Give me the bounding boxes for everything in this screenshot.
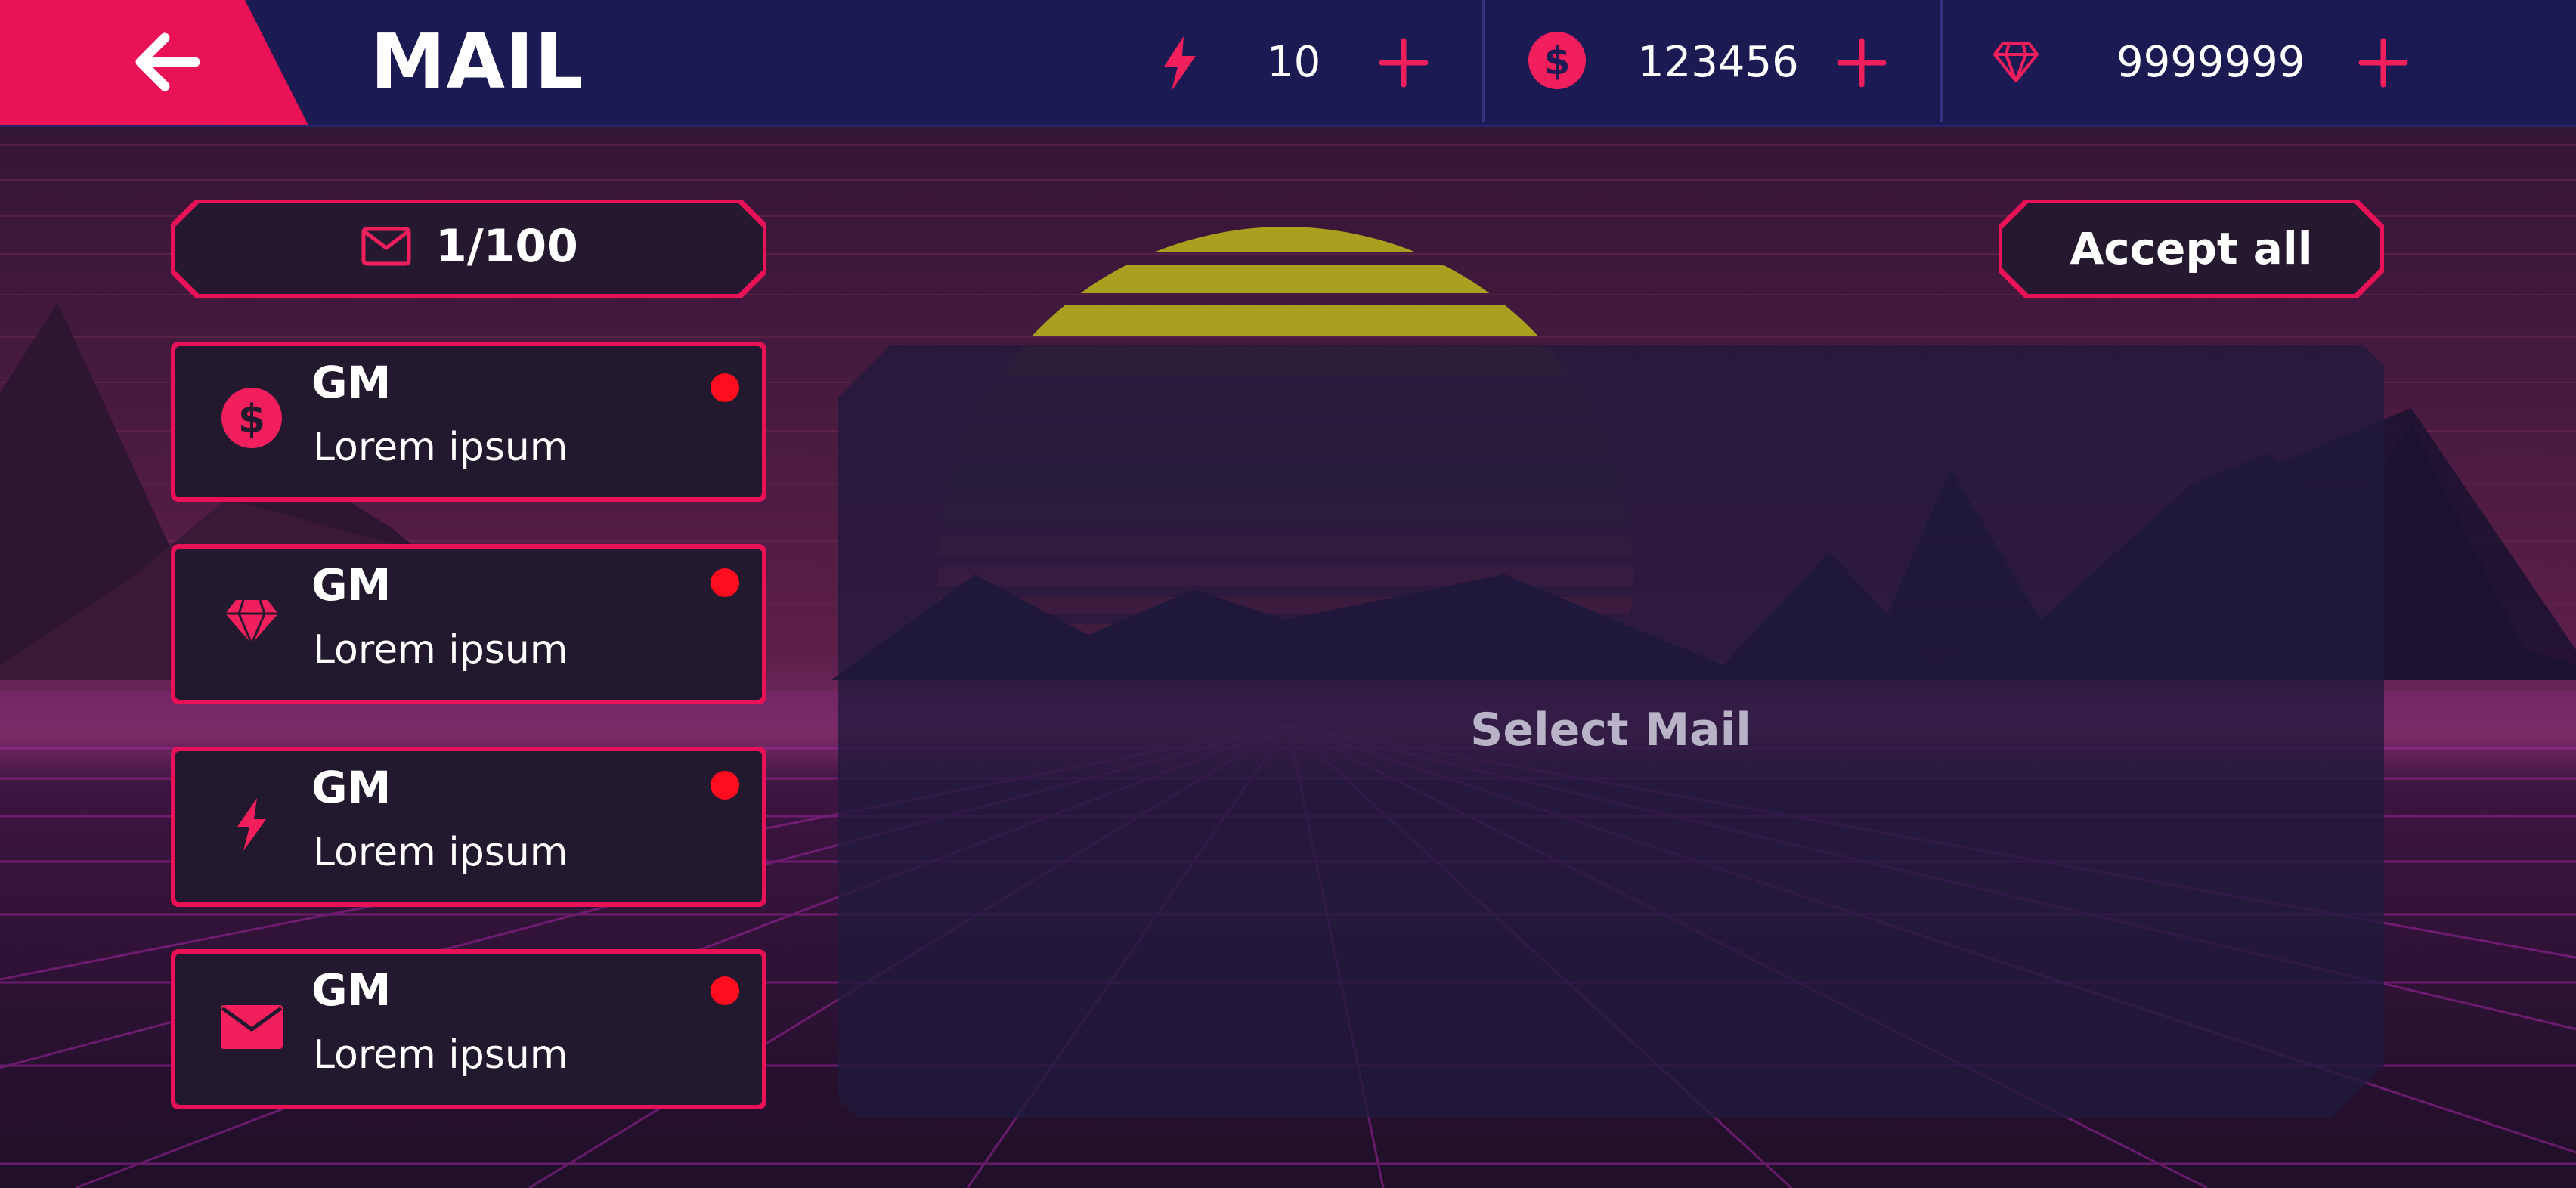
divider [1482,0,1485,122]
svg-text:$: $ [1544,39,1571,83]
mail-detail-panel: Select Mail [838,345,2384,1118]
mail-subject: Lorem ipsum [313,1032,568,1078]
lightning-icon [237,798,266,851]
unread-indicator [711,568,739,597]
add-coins-button[interactable] [1835,36,1888,89]
mail-count: 1/100 [435,220,578,273]
mail-sender: GM [311,964,392,1016]
svg-text:$: $ [238,397,265,442]
mail-sender: GM [311,357,392,408]
diamond-icon [1993,42,2039,82]
mail-sender: GM [311,762,392,813]
coins-value: 123456 [1637,38,1799,87]
dollar-coin-icon: $ [1528,32,1586,89]
top-bar: MAIL 10 $ 123456 9999999 [0,0,2576,127]
envelope-icon [221,1005,283,1049]
lightning-icon [1164,36,1196,91]
arrow-left-icon [135,32,200,91]
diamond-icon [225,599,278,645]
add-energy-button[interactable] [1377,36,1430,89]
mail-sender: GM [311,559,392,611]
mail-item[interactable]: $ GM Lorem ipsum [171,342,766,502]
mail-screen: MAIL 10 $ 123456 9999999 1/100 $ GM Lore… [0,0,2576,1188]
divider [1940,0,1943,122]
add-gems-button[interactable] [2357,36,2410,89]
energy-value: 10 [1267,38,1321,87]
mail-subject: Lorem ipsum [313,425,568,470]
accept-all-label: Accept all [2070,223,2313,274]
mail-subject: Lorem ipsum [313,830,568,875]
mail-item[interactable]: GM Lorem ipsum [171,949,766,1109]
mail-subject: Lorem ipsum [313,627,568,673]
page-title: MAIL [370,17,584,106]
gems-value: 9999999 [2116,38,2305,87]
mail-item[interactable]: GM Lorem ipsum [171,544,766,704]
empty-state-text: Select Mail [1470,704,1751,756]
dollar-coin-icon: $ [221,388,282,448]
unread-indicator [711,771,739,800]
accept-all-button[interactable]: Accept all [1999,200,2384,298]
envelope-outline-icon [361,227,411,266]
unread-indicator [711,976,739,1005]
mail-counter: 1/100 [171,200,766,298]
mail-item[interactable]: GM Lorem ipsum [171,747,766,907]
unread-indicator [711,373,739,402]
back-button[interactable] [0,0,308,125]
